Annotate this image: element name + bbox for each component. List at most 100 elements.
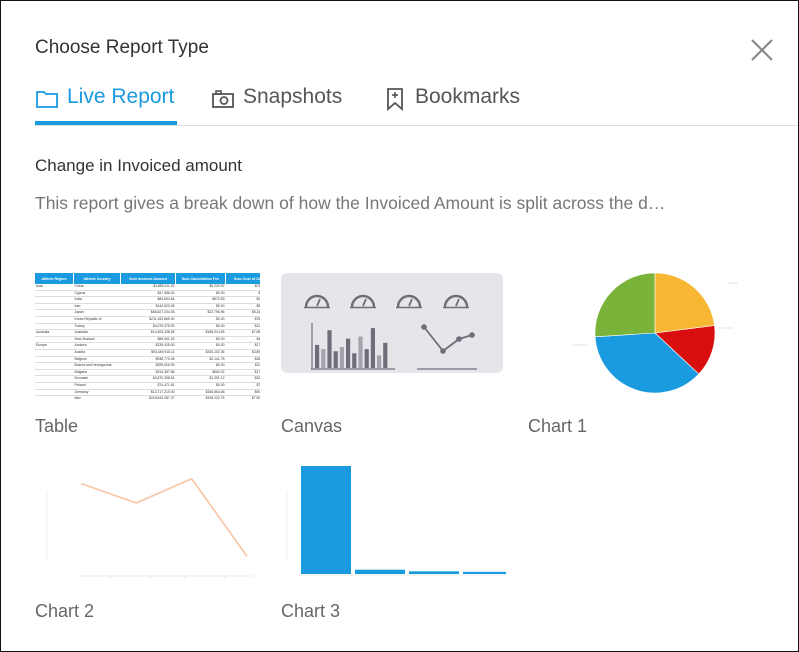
camera-icon bbox=[212, 90, 234, 108]
dialog-title: Choose Report Type bbox=[35, 37, 209, 58]
table-preview-header: Sum Cancellation Fee bbox=[175, 273, 226, 284]
table-preview-row: India$84,693.84$570.83$23,334.21 bbox=[35, 296, 260, 304]
tab-bookmarks[interactable]: Bookmarks bbox=[383, 85, 520, 123]
table-preview-row: Italy$218,843,287.37$198,222.75$7,902,20… bbox=[35, 395, 260, 399]
table-preview-cell: $660.32 bbox=[175, 369, 226, 377]
table-preview-cell: $0.00 bbox=[175, 290, 226, 298]
canvas-bar bbox=[333, 351, 338, 368]
bar-chart-bar bbox=[301, 466, 351, 574]
table-preview-row: Denmark$3,870,398.54$1,391.12$328,646.55 bbox=[35, 375, 260, 383]
table-preview-cell: Austria bbox=[73, 349, 121, 357]
table-preview-cell: $23,334.21 bbox=[225, 296, 260, 304]
table-preview-cell: Bulgaria bbox=[73, 369, 121, 377]
table-preview-cell: $156,864.68 bbox=[175, 389, 226, 397]
report-type-tabs: Live Report Snapshots Bookmarks bbox=[35, 85, 798, 126]
table-preview-cell: $84,693.84 bbox=[120, 296, 176, 304]
table-preview-header: Sum Invoiced Amount bbox=[120, 273, 176, 284]
bar-chart-bar bbox=[355, 569, 405, 574]
canvas-bar bbox=[358, 336, 363, 368]
tab-live-report-label: Live Report bbox=[67, 85, 175, 108]
table-preview-cell: $176,291.39 bbox=[225, 369, 260, 377]
table-preview-cell: $4,079,375.90 bbox=[120, 323, 176, 331]
table-preview-cell: Turkey bbox=[73, 323, 121, 331]
canvas-thumbnail bbox=[281, 273, 503, 373]
table-preview-cell: $86,827,244.06 bbox=[120, 309, 176, 317]
card-chart-2[interactable]: Chart 2 bbox=[35, 461, 260, 631]
table-preview-cell: Iran bbox=[73, 303, 121, 311]
table-preview-cell: $180,105.32 bbox=[225, 356, 260, 364]
table-preview-cell: India bbox=[73, 296, 121, 304]
canvas-bar bbox=[377, 355, 382, 368]
chart-1-thumbnail bbox=[528, 273, 753, 399]
table-preview-cell: $330,102.36 bbox=[175, 349, 226, 357]
table-preview-cell: $218,843,287.37 bbox=[120, 395, 176, 399]
canvas-preview-graphic bbox=[304, 294, 477, 370]
chart-2-thumbnail bbox=[35, 461, 260, 581]
bar-chart-bar bbox=[463, 571, 506, 574]
close-icon[interactable] bbox=[749, 37, 775, 63]
table-preview-cell: $74,471.61 bbox=[120, 382, 176, 390]
table-preview-row: EuropeAndorra$235,425.00$0.00$174,029.54 bbox=[35, 342, 260, 350]
canvas-bar bbox=[315, 344, 320, 368]
table-preview-cell: $570.83 bbox=[175, 296, 226, 304]
table-preview-cell: $174,029.54 bbox=[225, 342, 260, 350]
table-thumbnail: Athlete Region Athlete Country Sum Invoice… bbox=[35, 273, 260, 399]
card-chart-3[interactable]: Chart 3 bbox=[281, 461, 506, 631]
table-preview-row: Turkey$4,079,375.90$0.00$124,686.90 bbox=[35, 323, 260, 331]
card-table[interactable]: Athlete Region Athlete Country Sum Invoice… bbox=[35, 273, 260, 443]
table-preview-cell: $54,941.22 bbox=[225, 303, 260, 311]
table-preview-cell bbox=[35, 349, 74, 357]
table-preview-header: Athlete Region bbox=[35, 273, 74, 284]
table-preview-cell: $5,154,246.22 bbox=[225, 309, 260, 317]
pie-slice bbox=[594, 273, 656, 338]
card-chart-3-label: Chart 3 bbox=[281, 601, 341, 621]
table-preview-cell: $79,670.08 bbox=[225, 382, 260, 390]
table-preview-cell: $938,770.06 bbox=[120, 356, 176, 364]
table-preview-row: Bosnia and Herzegovina $399,526.99 $0.00 $2… bbox=[35, 362, 260, 370]
table-preview-cell bbox=[35, 336, 74, 344]
table-preview-cell: $0.00 bbox=[175, 342, 226, 350]
table-preview-cell: $328,646.55 bbox=[225, 375, 260, 383]
table-preview-cell: $93,449,918.11 bbox=[120, 349, 176, 357]
tab-snapshots[interactable]: Snapshots bbox=[211, 85, 342, 123]
table-preview-cell: $47,386.32 bbox=[120, 290, 176, 298]
canvas-bar bbox=[321, 349, 326, 368]
table-preview-cell: $789,572.13 bbox=[225, 316, 260, 324]
table-preview-cell: $211,163,865.30 bbox=[120, 316, 176, 324]
card-table-label: Table bbox=[35, 416, 79, 436]
table-preview-row: Bulgaria$313,387.86$660.32$176,291.39 bbox=[35, 369, 260, 377]
table-preview-cell: Australia bbox=[35, 329, 74, 337]
table-preview-cell: $235,425.00 bbox=[120, 342, 176, 350]
table-preview-cell: $313,387.86 bbox=[120, 369, 176, 377]
table-preview-cell bbox=[35, 303, 74, 311]
canvas-bar bbox=[383, 342, 388, 368]
canvas-bar bbox=[364, 349, 369, 368]
table-preview-cell: $0.00 bbox=[175, 336, 226, 344]
table-preview-row: Australia Australia $14,505,338.55 $186,014… bbox=[35, 329, 260, 337]
canvas-bar bbox=[352, 353, 357, 368]
table-preview-cell bbox=[35, 316, 74, 324]
card-chart-1[interactable]: Chart 1 bbox=[528, 273, 753, 443]
table-preview-cell bbox=[35, 389, 74, 397]
folder-icon bbox=[36, 91, 58, 108]
table-preview-cell: $88,051.53 bbox=[120, 336, 176, 344]
table-preview-cell: $22,796.96 bbox=[175, 309, 226, 317]
report-description: This report gives a break down of how th… bbox=[35, 193, 666, 213]
table-preview-cell: $7,902,202.37 bbox=[225, 395, 260, 399]
table-preview-cell bbox=[35, 382, 74, 390]
table-preview-cell: $13,717,210.00 bbox=[120, 389, 176, 397]
report-name: Change in Invoiced amount bbox=[35, 156, 242, 175]
table-preview-row: Cyprus$47,386.32$0.00$4,515.07 bbox=[35, 290, 260, 298]
table-preview-cell: $4,515.07 bbox=[225, 290, 260, 298]
table-preview-cell bbox=[35, 369, 74, 377]
table-preview-cell: $2,141.78 bbox=[175, 356, 226, 364]
card-canvas[interactable]: Canvas bbox=[281, 273, 505, 443]
tab-live-report[interactable]: Live Report bbox=[35, 85, 177, 125]
table-preview-cell: $14,505,338.55 bbox=[120, 329, 176, 337]
table-preview-cell: Japan bbox=[73, 309, 121, 317]
table-preview-cell: Korea Republic of bbox=[73, 316, 121, 324]
table-preview-cell: $198,222.75 bbox=[175, 395, 226, 399]
table-preview-cell: $3,870,398.54 bbox=[120, 375, 176, 383]
table-preview-cell: $0.00 bbox=[175, 303, 226, 311]
pie-chart-preview bbox=[573, 273, 738, 394]
